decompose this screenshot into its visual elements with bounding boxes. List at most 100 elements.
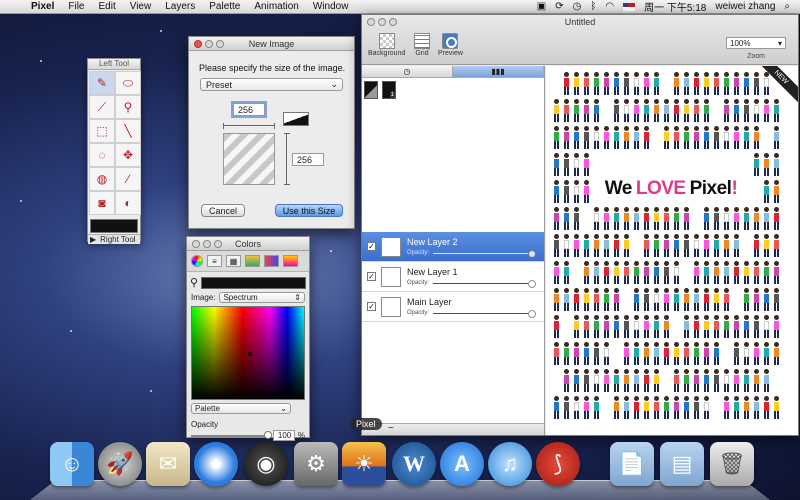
clock[interactable]: 周一 下午5:18 [644,0,706,14]
zoom-select[interactable]: 100% ▾ [726,37,786,49]
sync-icon[interactable]: ⟳ [555,1,563,12]
acrobat-icon[interactable]: ⟆ [536,442,580,486]
remove-layer-button[interactable]: − [388,423,394,434]
wordpress-icon[interactable]: W [392,442,436,486]
spotlight-icon[interactable]: ⌕ [784,1,790,12]
documents-folder-icon[interactable]: 📄 [610,442,654,486]
menu-file[interactable]: File [61,1,91,12]
pixel-figure [594,72,599,95]
timeline-tab[interactable]: ◷ [362,66,453,77]
close-icon[interactable] [192,239,200,248]
current-color-bar[interactable] [201,276,306,289]
layer-row[interactable]: ✓ Main Layer Opacity: [362,292,544,322]
opacity-slider[interactable] [191,430,272,439]
spectrum-cursor[interactable] [248,352,252,356]
line-icon[interactable]: ╲ [115,119,141,143]
zoom-icon[interactable] [216,39,224,48]
layer-opacity-slider[interactable] [433,279,537,288]
image-select[interactable]: Spectrum ⇕ [219,292,305,303]
menu-animation[interactable]: Animation [247,1,305,12]
layer-visibility-checkbox[interactable]: ✓ [367,242,376,251]
minimize-icon[interactable] [205,39,213,48]
drawing-canvas[interactable]: We LOVE Pixel ! NEW [546,66,798,435]
eraser-icon[interactable]: ⬭ [115,71,141,95]
preset-select[interactable]: Preset ⌄ [200,78,343,91]
pixel-figure [654,342,659,365]
height-field[interactable]: 256 [292,153,324,166]
spectrum-picker[interactable] [191,306,305,400]
background-toolbar-button[interactable]: Background [368,33,405,57]
menu-app-name[interactable]: Pixel [24,1,61,12]
preview-toolbar-button[interactable]: Preview [438,33,463,57]
brush-icon[interactable]: ⟋ [89,95,115,119]
user-name[interactable]: weiwei zhang [715,1,775,12]
finder-icon[interactable]: ☺ [50,442,94,486]
select-rect-icon[interactable]: ⬚ [89,119,115,143]
preview-icon[interactable]: ✉ [146,442,190,486]
layer-row[interactable]: ✓ New Layer 2 Opacity: [362,232,544,262]
color-wheel-icon[interactable] [191,255,203,267]
magic-wand-icon[interactable]: ⚲ [115,95,141,119]
layer-visibility-checkbox[interactable]: ✓ [367,272,376,281]
eyedropper-icon[interactable]: ⁄ [115,167,141,191]
time-machine-icon[interactable]: ◷ [573,1,582,12]
opacity-knob[interactable] [263,430,272,439]
bluetooth-icon[interactable]: ᛒ [590,1,596,12]
stamp-icon[interactable]: ◐ [115,191,141,215]
color-mode-bar: ≡ ▦ [187,251,309,272]
zoom-icon[interactable] [214,239,222,248]
applications-folder-icon[interactable]: ▤ [660,442,704,486]
screen-icon[interactable]: ▣ [537,1,546,12]
pixel-figure [624,261,629,284]
image-palette-icon[interactable] [245,255,260,267]
color-swatch[interactable] [90,219,138,233]
pixel-figure [734,396,739,419]
use-this-size-button[interactable]: Use this Size [275,204,343,217]
app-store-icon[interactable]: A [440,442,484,486]
orientation-icon[interactable] [283,112,309,126]
menu-edit[interactable]: Edit [91,1,122,12]
launchpad-icon[interactable]: 🚀 [98,442,142,486]
pixel-figure [774,234,779,257]
pixel-figure [744,288,749,311]
crayons-icon[interactable] [264,255,279,267]
spectrum-icon[interactable] [283,255,298,267]
cancel-button[interactable]: Cancel [201,204,245,217]
layer-opacity-slider[interactable] [433,309,537,318]
close-icon[interactable] [194,39,202,48]
pixel-figure [694,369,699,392]
right-tool-toggle[interactable]: ▶ Right Tool [88,234,140,244]
pixel-figure [674,396,679,419]
layer-visibility-checkbox[interactable]: ✓ [367,302,376,311]
lasso-icon[interactable]: ◌ [89,143,115,167]
sliders-icon[interactable]: ≡ [207,255,222,267]
frame-thumbnail[interactable] [364,81,378,99]
grid-toolbar-button[interactable]: Grid [414,33,430,57]
dashboard-icon[interactable]: ◉ [244,442,288,486]
layer-opacity-slider[interactable] [433,249,537,258]
frame-thumbnail[interactable]: 1 [382,81,396,99]
trash-icon[interactable]: 🗑 [710,442,754,486]
fill-bucket-icon[interactable]: ◍ [89,167,115,191]
frames-tab[interactable]: ▮▮▮ [453,66,544,77]
menu-palette[interactable]: Palette [202,1,247,12]
menu-layers[interactable]: Layers [158,1,202,12]
pencil-icon[interactable]: ✎ [89,71,115,95]
palettes-icon[interactable]: ▦ [226,255,241,267]
minimize-icon[interactable] [203,239,211,248]
pixel-app-icon[interactable]: ☀ [342,442,386,486]
spray-icon[interactable]: ◙ [89,191,115,215]
system-preferences-icon[interactable]: ⚙ [294,442,338,486]
layer-row[interactable]: ✓ New Layer 1 Opacity: [362,262,544,292]
move-icon[interactable]: ✥ [115,143,141,167]
width-field[interactable]: 256 [233,103,265,116]
wifi-icon[interactable]: ◠ [605,1,614,12]
safari-icon[interactable]: ⌖ [194,442,238,486]
opacity-field[interactable]: 100 [272,430,295,441]
input-flag-icon[interactable] [623,2,636,11]
itunes-icon[interactable]: ♫ [488,442,532,486]
magnifier-icon[interactable]: ⚲ [190,276,198,289]
menu-window[interactable]: Window [306,1,356,12]
palette-select[interactable]: Palette ⌄ [191,403,291,414]
menu-view[interactable]: View [123,1,159,12]
